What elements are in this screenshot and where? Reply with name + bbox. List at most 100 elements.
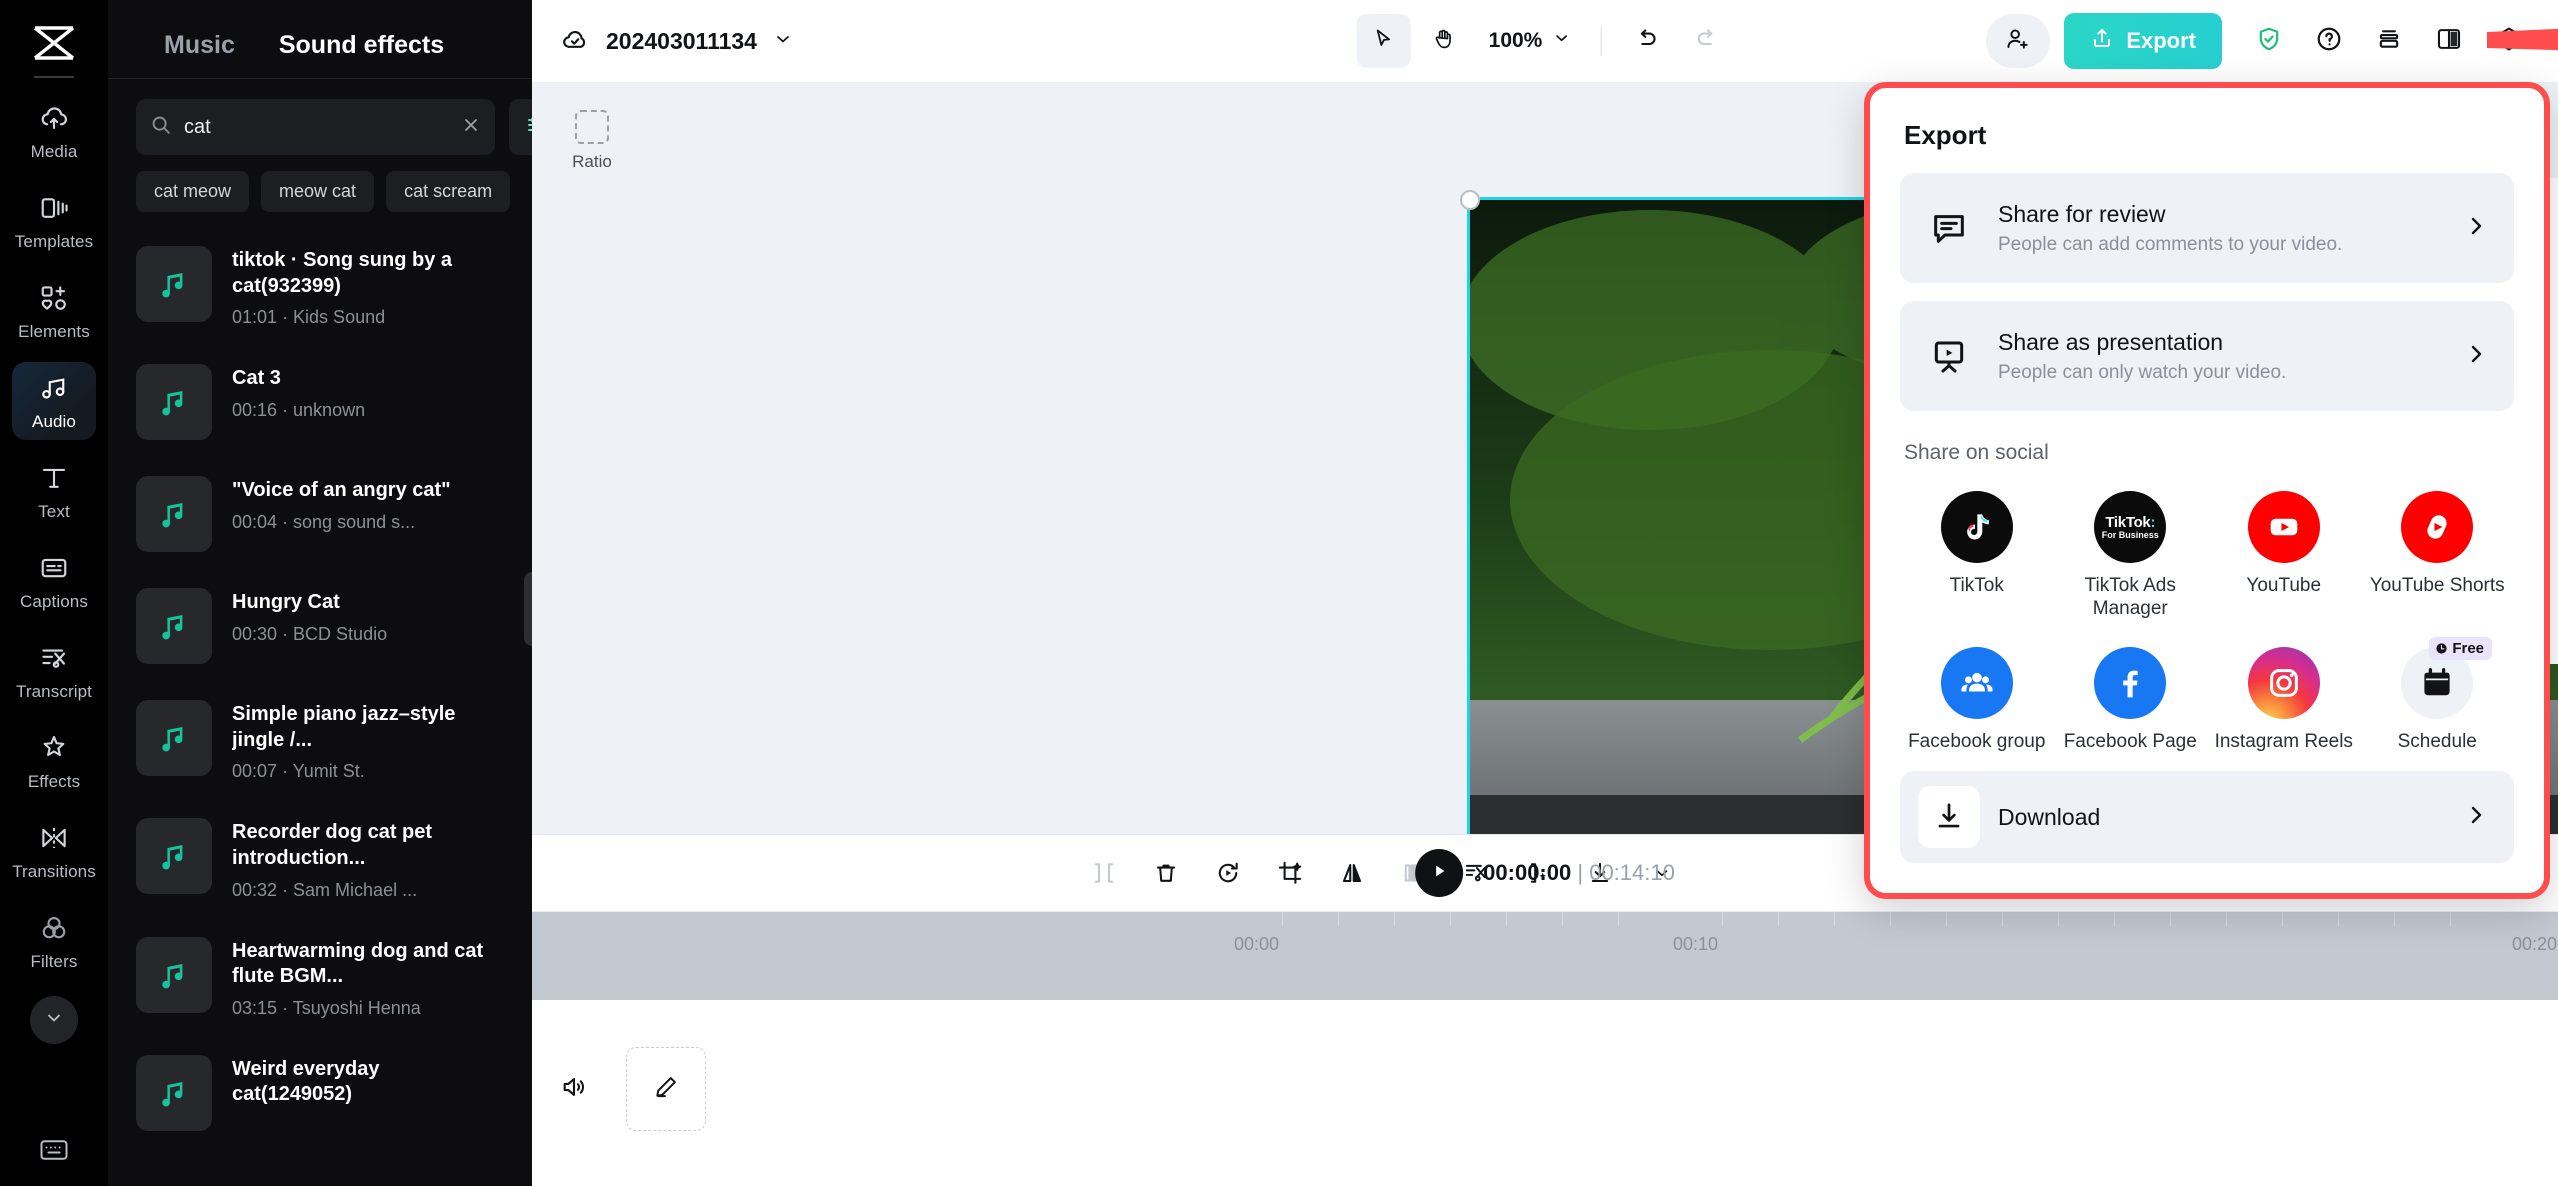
sidebar-item-audio[interactable]: Audio — [12, 362, 96, 440]
export-popover-title: Export — [1904, 120, 1987, 150]
chip-meow-cat[interactable]: meow cat — [261, 171, 375, 212]
ruler-tick — [532, 934, 2558, 956]
sidebar-item-elements[interactable]: Elements — [12, 272, 96, 350]
hand-icon — [1432, 27, 1456, 56]
undo-button[interactable] — [1619, 14, 1673, 68]
share-schedule[interactable]: Free Schedule — [2361, 636, 2515, 754]
volume-button[interactable] — [532, 1073, 616, 1106]
search-box[interactable] — [136, 99, 495, 155]
resize-handle-top-left[interactable] — [1460, 190, 1480, 210]
music-note-icon — [136, 936, 212, 1013]
ratio-button[interactable]: Ratio — [560, 104, 624, 178]
track-meta: Recorder dog cat pet introduction... 00:… — [232, 818, 504, 900]
social-label: YouTube Shorts — [2369, 575, 2505, 596]
toolbar-divider — [1600, 26, 1602, 56]
redo-button[interactable] — [1679, 14, 1733, 68]
select-tool-button[interactable] — [1356, 14, 1411, 68]
project-info[interactable]: 202403011134 — [560, 24, 793, 59]
track-subtitle: 03:15 · Tsuyoshi Henna — [232, 997, 421, 1018]
captions-icon — [37, 551, 71, 585]
chevron-down-icon — [44, 1008, 64, 1033]
zoom-level-select[interactable]: 100% — [1477, 29, 1583, 53]
share-facebook-group[interactable]: Facebook group — [1900, 637, 2054, 754]
share-youtube[interactable]: YouTube — [2207, 481, 2361, 621]
facebook-icon — [2094, 646, 2167, 719]
sidebar-item-label: Audio — [32, 411, 76, 431]
list-item[interactable]: tiktok · Song sung by a cat(932399) 01:0… — [136, 228, 504, 346]
help-button[interactable] — [2302, 14, 2356, 68]
list-item[interactable]: Heartwarming dog and cat flute BGM... 03… — [136, 919, 504, 1037]
sidebar-item-label: Media — [30, 141, 78, 161]
sidebar-item-filters[interactable]: Filters — [12, 902, 96, 980]
share-as-presentation-row[interactable]: Share as presentation People can only wa… — [1900, 301, 2514, 411]
track-title: Recorder dog cat pet introduction... — [232, 821, 433, 869]
layers-button[interactable] — [2362, 14, 2416, 68]
crop-icon[interactable] — [1264, 847, 1316, 899]
chevron-down-icon[interactable] — [773, 29, 793, 54]
sidebar-item-effects[interactable]: Effects — [12, 722, 96, 800]
speaker-volume-icon — [560, 1073, 588, 1106]
track-list: tiktok · Song sung by a cat(932399) 01:0… — [108, 212, 532, 1149]
search-icon — [150, 114, 172, 141]
download-row[interactable]: Download — [1900, 771, 2514, 864]
split-view-button[interactable] — [2422, 14, 2476, 68]
panel-resize-handle[interactable] — [524, 572, 532, 646]
search-input[interactable] — [184, 115, 449, 139]
mirror-flip-icon[interactable] — [1326, 847, 1378, 899]
share-for-review-row[interactable]: Share for review People can add comments… — [1900, 173, 2514, 283]
download-tray-icon — [1918, 786, 1980, 849]
invite-collaborator-button[interactable] — [1986, 14, 2051, 68]
tab-sound-effects[interactable]: Sound effects — [279, 31, 444, 70]
sidebar-more-button[interactable] — [30, 996, 78, 1044]
timeline-ruler[interactable]: 00:00 00:10 00:20 00:30 — [532, 911, 2558, 1000]
reverse-icon[interactable] — [1202, 847, 1254, 899]
list-item[interactable]: Simple piano jazz–style jingle /... 00:0… — [136, 682, 504, 800]
list-item[interactable]: Hungry Cat 00:30 · BCD Studio — [136, 570, 504, 682]
presentation-icon — [1922, 329, 1976, 383]
list-item[interactable]: "Voice of an angry cat" 00:04 · song sou… — [136, 458, 504, 570]
share-on-social-label: Share on social — [1904, 441, 2049, 464]
layers-icon — [2375, 25, 2403, 58]
sidebar-item-captions[interactable]: Captions — [12, 542, 96, 620]
redo-icon — [1693, 26, 1719, 57]
chip-cat-meow[interactable]: cat meow — [136, 171, 250, 212]
security-button[interactable] — [2242, 14, 2296, 68]
delete-trash-icon[interactable] — [1140, 847, 1192, 899]
sidebar-item-transcript[interactable]: Transcript — [12, 632, 96, 710]
list-item[interactable]: Weird everyday cat(1249052) — [136, 1037, 504, 1149]
badge-label: Free — [2452, 639, 2484, 657]
share-tiktok[interactable]: TikTok — [1900, 481, 2054, 621]
split-icon[interactable] — [1078, 847, 1130, 899]
export-button[interactable]: Export — [2064, 13, 2222, 69]
list-item[interactable]: Recorder dog cat pet introduction... 00:… — [136, 800, 504, 918]
share-facebook-page[interactable]: Facebook Page — [2054, 637, 2208, 754]
share-youtube-shorts[interactable]: YouTube Shorts — [2361, 481, 2515, 621]
capcut-logo[interactable] — [26, 20, 82, 66]
sidebar-item-media[interactable]: Media — [12, 92, 96, 170]
share-instagram-reels[interactable]: Instagram Reels — [2207, 637, 2361, 754]
chip-cat-scream[interactable]: cat scream — [386, 171, 511, 212]
play-button[interactable] — [1415, 849, 1464, 897]
hand-tool-button[interactable] — [1417, 14, 1471, 68]
row-subtitle: People can only watch your video. — [1998, 361, 2287, 383]
share-as-presentation-text: Share as presentation People can only wa… — [1998, 329, 2442, 384]
audio-note-icon — [37, 371, 71, 405]
sidebar-item-text[interactable]: Text — [12, 452, 96, 530]
current-time: 00:00:00 — [1483, 860, 1572, 885]
share-tiktok-ads-manager[interactable]: TikTok: For Business TikTok Ads Manager — [2054, 481, 2208, 621]
track-subtitle: 00:04 · song sound s... — [232, 511, 416, 532]
edit-track-button[interactable] — [626, 1047, 706, 1131]
track-meta: tiktok · Song sung by a cat(932399) 01:0… — [232, 246, 504, 328]
keyboard-shortcuts-button[interactable] — [0, 1137, 108, 1168]
tab-music[interactable]: Music — [164, 31, 235, 70]
social-label: Schedule — [2397, 730, 2477, 752]
sidebar-item-templates[interactable]: Templates — [12, 182, 96, 260]
list-item[interactable]: Cat 3 00:16 · unknown — [136, 346, 504, 458]
chevron-down-icon — [1552, 29, 1570, 53]
split-view-icon — [2435, 25, 2463, 58]
sidebar-item-transitions[interactable]: Transitions — [12, 812, 96, 890]
filter-button[interactable] — [509, 99, 532, 155]
timeline-body — [532, 963, 2558, 1186]
close-icon[interactable] — [461, 115, 481, 140]
music-note-icon — [136, 246, 212, 322]
